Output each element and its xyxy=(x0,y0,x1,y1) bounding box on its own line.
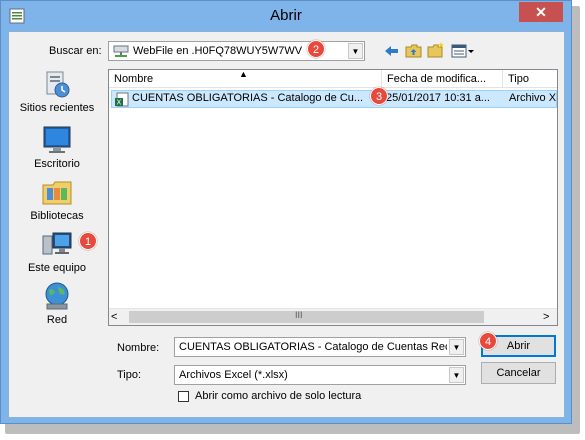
up-folder-icon[interactable] xyxy=(405,42,423,60)
svg-text:X: X xyxy=(117,99,122,107)
scroll-grip: III xyxy=(295,310,303,320)
file-name: CUENTAS OBLIGATORIAS - Catalogo de Cu... xyxy=(132,92,364,104)
column-header-date[interactable]: Fecha de modifica... xyxy=(382,70,503,88)
places-bar: Sitios recientes Escritorio Bibliotecas … xyxy=(14,68,100,328)
place-label: Este equipo xyxy=(27,262,87,274)
place-label: Escritorio xyxy=(34,158,80,170)
view-menu-icon[interactable] xyxy=(451,42,475,60)
close-button[interactable]: ✕ xyxy=(519,2,563,22)
desktop-icon xyxy=(43,126,71,153)
excel-file-icon: X xyxy=(115,92,129,107)
readonly-label[interactable]: Abrir como archivo de solo lectura xyxy=(195,390,361,402)
filename-value: CUENTAS OBLIGATORIAS - Catalogo de Cuent… xyxy=(179,341,447,353)
column-header-name[interactable]: Nombre ▲ xyxy=(109,70,382,88)
computer-icon xyxy=(42,232,72,255)
annotation-badge-3: 3 xyxy=(370,87,388,105)
filetype-combo[interactable]: Archivos Excel (*.xlsx) ▼ xyxy=(174,365,466,385)
close-icon: ✕ xyxy=(535,4,547,20)
file-date: 25/01/2017 10:31 a... xyxy=(386,92,490,104)
sort-ascending-icon: ▲ xyxy=(239,70,248,79)
network-drive-icon xyxy=(113,45,129,57)
annotation-badge-4: 4 xyxy=(479,332,497,350)
place-recent[interactable]: Sitios recientes xyxy=(14,68,100,114)
readonly-checkbox[interactable] xyxy=(178,391,189,402)
place-network[interactable]: Red xyxy=(14,280,100,326)
column-header-type[interactable]: Tipo xyxy=(503,70,557,88)
lookin-combo[interactable]: WebFile en .H0FQ78WUY5W7WV ▼ xyxy=(108,41,365,61)
lookin-value: WebFile en .H0FQ78WUY5W7WV xyxy=(133,45,303,57)
place-label: Bibliotecas xyxy=(30,210,84,222)
libraries-icon xyxy=(42,181,72,205)
scroll-left-icon[interactable]: < xyxy=(111,311,123,323)
back-icon[interactable] xyxy=(383,42,401,60)
new-folder-icon[interactable] xyxy=(427,41,445,59)
chevron-down-icon[interactable]: ▼ xyxy=(449,339,464,355)
scroll-right-icon[interactable]: > xyxy=(543,311,555,323)
chevron-down-icon[interactable]: ▼ xyxy=(348,43,363,59)
lookin-label: Buscar en: xyxy=(49,45,102,57)
filetype-value: Archivos Excel (*.xlsx) xyxy=(179,369,288,381)
recent-places-icon xyxy=(46,71,70,98)
place-desktop[interactable]: Escritorio xyxy=(14,124,100,170)
annotation-badge-1: 1 xyxy=(79,232,97,250)
filename-label: Nombre: xyxy=(117,342,160,354)
scroll-thumb[interactable]: III xyxy=(129,310,484,323)
network-icon xyxy=(45,282,69,310)
file-type: Archivo X xyxy=(509,92,557,104)
place-label: Red xyxy=(46,314,68,326)
file-row[interactable]: X CUENTAS OBLIGATORIAS - Catalogo de Cu.… xyxy=(111,90,557,108)
title-bar[interactable]: Abrir ✕ xyxy=(1,1,571,31)
dialog-client-area: Buscar en: WebFile en .H0FQ78WUY5W7WV ▼ … xyxy=(8,31,565,418)
open-dialog: Abrir ✕ Buscar en: WebFile en .H0FQ78WUY… xyxy=(0,0,572,424)
window-title: Abrir xyxy=(270,7,302,24)
chevron-down-icon[interactable]: ▼ xyxy=(449,367,464,383)
place-libraries[interactable]: Bibliotecas xyxy=(14,176,100,222)
filetype-label: Tipo: xyxy=(117,369,142,381)
file-list[interactable]: Nombre ▲ Fecha de modifica... Tipo X CUE… xyxy=(108,69,558,326)
horizontal-scrollbar[interactable]: < III > xyxy=(109,308,557,325)
place-label: Sitios recientes xyxy=(19,102,95,114)
annotation-badge-2: 2 xyxy=(307,40,325,58)
cancel-button[interactable]: Cancelar xyxy=(481,362,556,384)
filename-combo[interactable]: CUENTAS OBLIGATORIAS - Catalogo de Cuent… xyxy=(174,337,466,357)
